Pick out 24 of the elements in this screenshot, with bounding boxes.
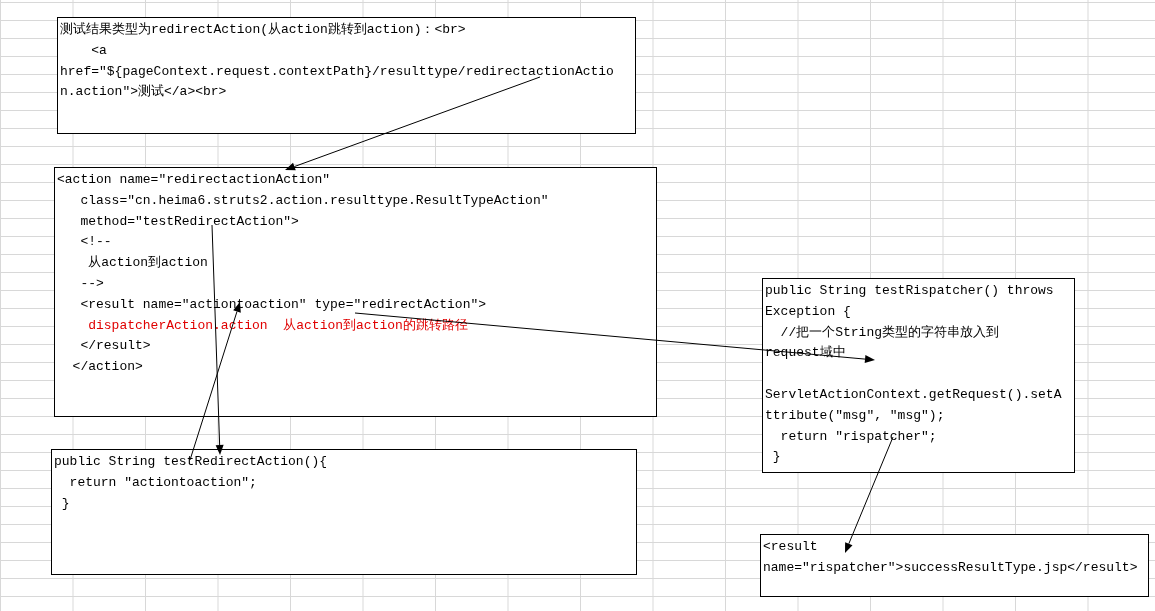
code-line: ServletActionContext.getRequest().setA bbox=[765, 386, 1062, 404]
code-line: public String testRispatcher() throws bbox=[765, 282, 1054, 300]
code-line: <!-- bbox=[79, 233, 112, 252]
code-line: //把一个String类型的字符串放入到 bbox=[779, 323, 999, 342]
code-line: name="rispatcher">successResultType.jsp</result> bbox=[763, 558, 1138, 577]
code-line: <action name="redirectactionAction" bbox=[57, 171, 331, 189]
code-line: href="${pageContext.request.contextPath}/resulttype/redirectactionActio bbox=[60, 62, 614, 81]
code-line: return "rispatcher"; bbox=[779, 427, 937, 446]
code-line: return "actiontoaction"; bbox=[68, 473, 257, 492]
code-line: Exception { bbox=[765, 302, 851, 321]
code-line: ttribute("msg", "msg"); bbox=[765, 406, 945, 425]
code-line: } bbox=[60, 494, 70, 513]
code-line: } bbox=[771, 448, 781, 467]
code-line: 从action到action bbox=[87, 254, 208, 273]
code-line: </result> bbox=[79, 337, 151, 356]
code-line: 测试结果类型为redirectAction(从action跳转到action)：<br> bbox=[60, 21, 466, 39]
code-line: </action> bbox=[71, 358, 143, 377]
code-line: <result bbox=[763, 538, 818, 556]
code-line: n.action">测试</a><br> bbox=[60, 83, 227, 102]
code-line: public String testRedirectAction(){ bbox=[54, 453, 328, 471]
code-line: --> bbox=[79, 275, 104, 293]
code-line: class="cn.heima6.struts2.action.resulttype.ResultTypeAction" bbox=[79, 191, 549, 210]
code-line: method="testRedirectAction"> bbox=[79, 212, 299, 231]
code-line: <a bbox=[90, 41, 107, 60]
